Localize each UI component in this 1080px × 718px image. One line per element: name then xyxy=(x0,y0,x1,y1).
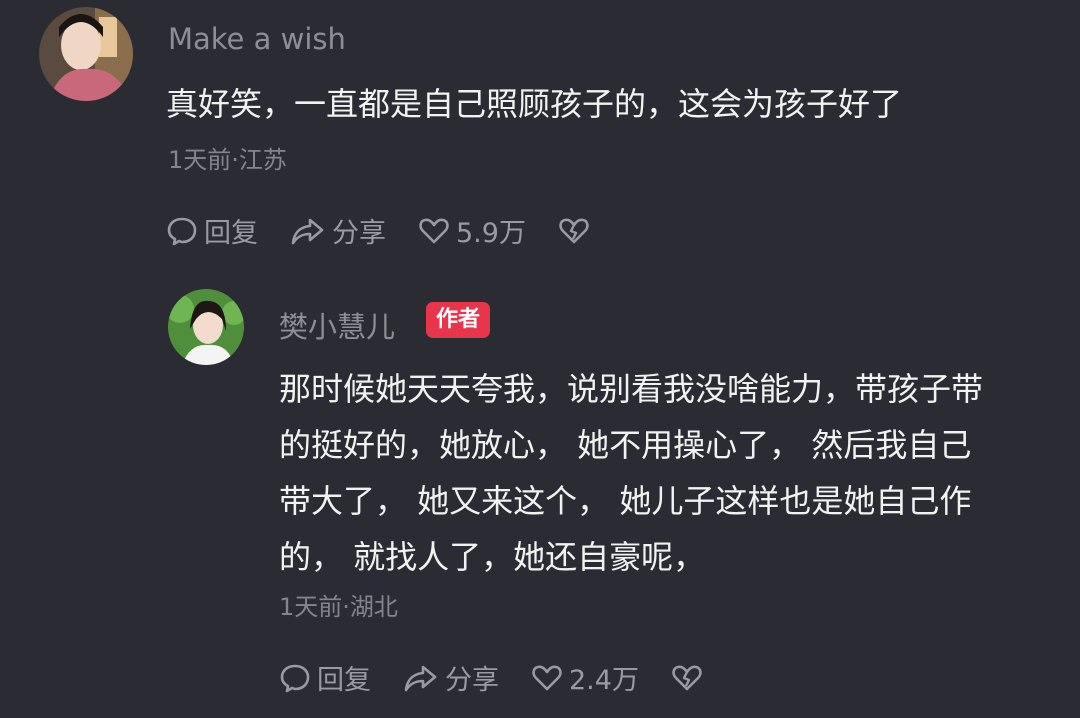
share-button[interactable]: 分享 xyxy=(403,658,499,697)
commenter-username[interactable]: Make a wish xyxy=(168,22,346,56)
comment-actions: 回复 分享 5.9万 xyxy=(166,211,628,250)
broken-heart-icon xyxy=(672,665,702,690)
heart-icon xyxy=(532,665,562,690)
reply-actions: 回复 分享 2.4万 xyxy=(279,658,741,697)
comment-text: 真好笑，一直都是自己照顾孩子的，这会为孩子好了 xyxy=(166,85,903,123)
share-label: 分享 xyxy=(445,665,499,696)
like-button[interactable]: 2.4万 xyxy=(531,658,639,697)
share-button[interactable]: 分享 xyxy=(290,211,386,250)
replier-username[interactable]: 樊小慧儿 xyxy=(279,304,395,346)
share-arrow-icon xyxy=(291,218,324,244)
reply-text-line: 那时候她天天夸我，说别看我没啥能力，带孩子带 xyxy=(279,370,984,408)
reply-text-line: 带大了， 她又来这个， 她儿子这样也是她自己作 xyxy=(279,482,972,520)
share-label: 分享 xyxy=(332,218,386,249)
comment-bubble-icon xyxy=(280,664,310,692)
like-count: 2.4万 xyxy=(569,665,639,696)
like-count: 5.9万 xyxy=(456,218,526,249)
reply-text-line: 的挺好的，她放心， 她不用操心了， 然后我自己 xyxy=(279,426,972,464)
replier-avatar[interactable] xyxy=(168,289,244,365)
comment-bubble-icon xyxy=(167,217,197,245)
reply-label: 回复 xyxy=(204,218,258,249)
heart-icon xyxy=(419,218,449,243)
reply-text-line: 的， 就找人了，她还自豪呢， xyxy=(279,538,706,576)
reply-button[interactable]: 回复 xyxy=(166,211,258,250)
broken-heart-icon xyxy=(559,218,589,243)
reply-meta: 1天前·湖北 xyxy=(279,593,398,621)
comment-meta: 1天前·江苏 xyxy=(168,146,287,174)
share-arrow-icon xyxy=(404,665,437,691)
dislike-button[interactable] xyxy=(558,215,596,247)
reply-label: 回复 xyxy=(317,665,371,696)
like-button[interactable]: 5.9万 xyxy=(418,211,526,250)
reply-text: 那时候她天天夸我，说别看我没啥能力，带孩子带 的挺好的，她放心， 她不用操心了，… xyxy=(279,361,983,585)
reply-button[interactable]: 回复 xyxy=(279,658,371,697)
commenter-avatar[interactable] xyxy=(39,7,133,101)
author-badge: 作者 xyxy=(426,302,491,338)
dislike-button[interactable] xyxy=(671,662,709,694)
